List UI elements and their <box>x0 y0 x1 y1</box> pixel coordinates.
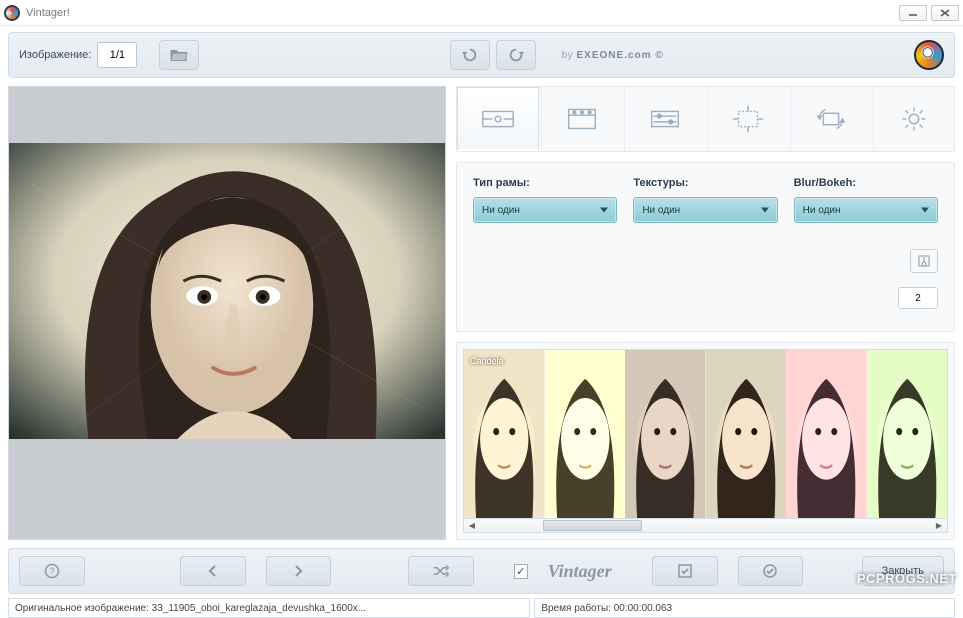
help-button[interactable]: ? <box>19 556 85 586</box>
open-folder-button[interactable] <box>159 40 199 70</box>
svg-text:?: ? <box>49 566 54 576</box>
filter-thumb[interactable] <box>625 350 706 518</box>
frame-type-dropdown[interactable]: Ни один <box>473 197 617 223</box>
scroll-left-button[interactable]: ◀ <box>464 519 480 532</box>
vintager-checkbox[interactable]: ✓ <box>514 564 528 579</box>
status-original: Оригинальное изображение: 33_11905_oboi_… <box>8 598 530 618</box>
filter-thumb[interactable] <box>786 350 867 518</box>
window-title: Vintager! <box>26 7 895 19</box>
preview-pane <box>8 86 446 540</box>
texture-dropdown[interactable]: Ни один <box>633 197 777 223</box>
vintager-logo: Vintager <box>548 561 612 582</box>
by-text: by EXEONE.com © <box>562 50 664 61</box>
image-label: Изображение: <box>19 49 91 61</box>
scroll-grip[interactable] <box>543 520 642 531</box>
image-counter: 1/1 <box>97 42 137 68</box>
bottom-bar: ? ✓ Vintager Закрыть <box>8 548 955 594</box>
minimize-button[interactable] <box>899 5 927 21</box>
filter-scrollbar[interactable]: ◀ ▶ <box>463 519 948 533</box>
watermark: PCPROGS.NET <box>857 571 957 586</box>
status-bar: Оригинальное изображение: 33_11905_oboi_… <box>8 598 955 618</box>
eyedropper-icon[interactable] <box>910 249 938 273</box>
save-button[interactable] <box>652 556 718 586</box>
undo-button[interactable] <box>450 40 490 70</box>
filter-thumb[interactable] <box>545 350 626 518</box>
next-button[interactable] <box>266 556 332 586</box>
filter-thumb[interactable] <box>706 350 787 518</box>
frame-tab[interactable] <box>541 87 622 151</box>
texture-label: Текстуры: <box>633 177 777 189</box>
apply-button[interactable] <box>738 556 804 586</box>
filter-label: Candela <box>470 356 504 366</box>
blur-label: Blur/Bokeh: <box>794 177 938 189</box>
adjust-tab[interactable] <box>624 87 705 151</box>
redo-button[interactable] <box>496 40 536 70</box>
shuffle-button[interactable] <box>408 556 474 586</box>
tool-tabs <box>456 86 955 152</box>
filter-thumb[interactable] <box>867 350 948 518</box>
close-button[interactable] <box>931 5 959 21</box>
app-icon <box>4 5 20 21</box>
titlebar: Vintager! <box>0 0 963 26</box>
brand-logo-icon <box>914 40 944 70</box>
blur-amount-field[interactable]: 2 <box>898 287 938 309</box>
effects-tab[interactable] <box>457 87 539 151</box>
crop-tab[interactable] <box>707 87 788 151</box>
rotate-tab[interactable] <box>790 87 871 151</box>
filter-strip: Candela <box>463 349 948 519</box>
preview-image <box>9 143 445 439</box>
status-runtime: Время работы: 00:00:00.063 <box>534 598 955 618</box>
scroll-right-button[interactable]: ▶ <box>931 519 947 532</box>
controls-panel: Тип рамы: Ни один Текстуры: Ни один Blur… <box>456 162 955 332</box>
toolbar: Изображение: 1/1 by EXEONE.com © <box>8 32 955 78</box>
filter-thumb[interactable]: Candela <box>464 350 545 518</box>
blur-dropdown[interactable]: Ни один <box>794 197 938 223</box>
settings-tab[interactable] <box>873 87 954 151</box>
prev-button[interactable] <box>180 556 246 586</box>
filter-strip-panel: Candela ◀ ▶ <box>456 342 955 540</box>
frame-type-label: Тип рамы: <box>473 177 617 189</box>
